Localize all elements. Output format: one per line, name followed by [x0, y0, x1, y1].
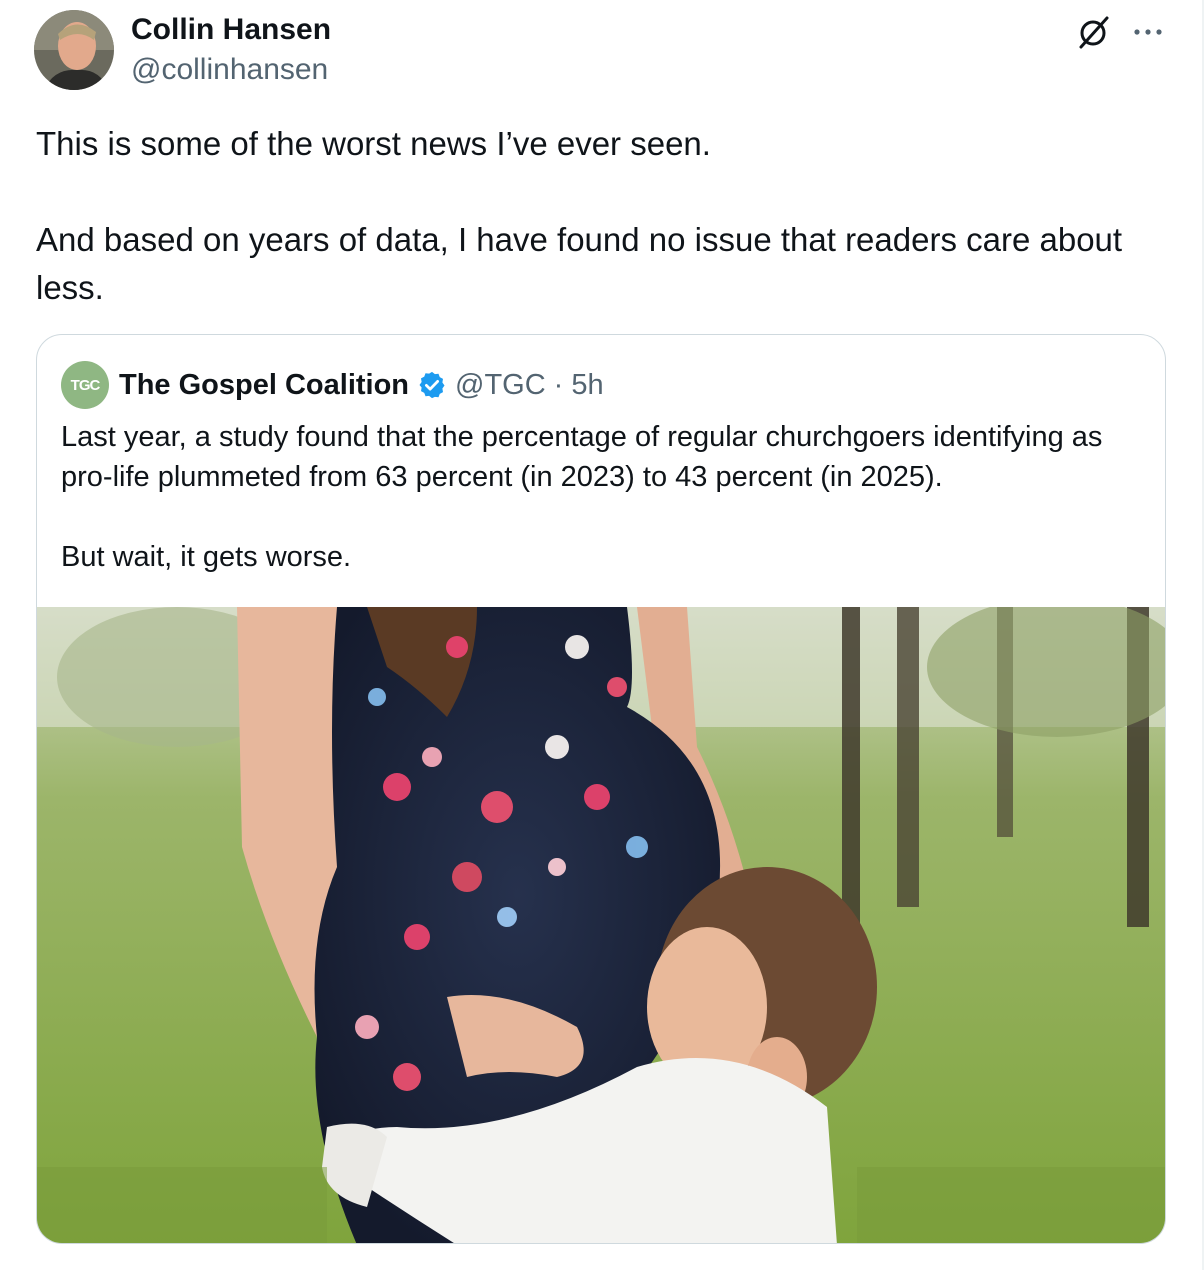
tweet-text: This is some of the worst news I’ve ever…: [36, 120, 1156, 312]
quoted-tweet-text: Last year, a study found that the percen…: [61, 417, 1151, 577]
more-icon[interactable]: [1132, 27, 1164, 37]
verified-badge-icon: [417, 370, 447, 400]
author-name[interactable]: Collin Hansen: [131, 12, 331, 48]
quoted-tweet-header: TGC The Gospel Coalition @TGC · 5h: [61, 361, 604, 409]
tweet-paragraph: And based on years of data, I have found…: [36, 221, 1123, 306]
quoted-timestamp[interactable]: 5h: [571, 369, 603, 402]
quoted-paragraph: But wait, it gets worse.: [61, 541, 352, 573]
author-avatar[interactable]: [34, 10, 114, 90]
separator-dot: ·: [553, 368, 564, 401]
tweet-paragraph: This is some of the worst news I’ve ever…: [36, 125, 711, 162]
quoted-avatar[interactable]: TGC: [61, 361, 109, 409]
quoted-tweet-photo[interactable]: [37, 607, 1165, 1243]
quoted-author-handle[interactable]: @TGC: [455, 369, 546, 402]
grok-icon[interactable]: [1076, 14, 1112, 50]
tweet[interactable]: Collin Hansen @collinhansen This is some…: [0, 0, 1204, 1270]
quoted-tweet[interactable]: TGC The Gospel Coalition @TGC · 5h Last …: [36, 334, 1166, 1244]
quoted-paragraph: Last year, a study found that the percen…: [61, 421, 1103, 493]
author-handle[interactable]: @collinhansen: [131, 52, 328, 88]
quoted-author-name[interactable]: The Gospel Coalition: [119, 369, 409, 402]
